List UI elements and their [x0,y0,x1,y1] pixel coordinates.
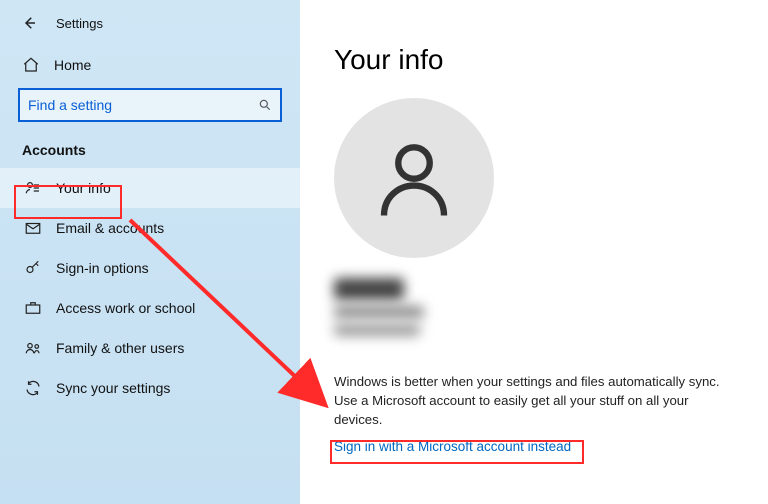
window-title: Settings [56,16,103,31]
sidebar-item-label: Family & other users [56,340,184,356]
people-icon [24,339,42,357]
sidebar-item-your-info[interactable]: Your info [0,168,300,208]
home-icon [22,56,40,74]
account-role-blurred [334,324,420,336]
main-panel: Your info Windows is better when your se… [300,0,768,504]
info-description: Windows is better when your settings and… [334,372,738,429]
sidebar-item-label: Sign-in options [56,260,149,276]
sidebar-item-label: Your info [56,180,111,196]
sidebar-section-title: Accounts [0,134,300,168]
sidebar-item-sync-settings[interactable]: Sync your settings [0,368,300,408]
sidebar-item-access-work-school[interactable]: Access work or school [0,288,300,328]
key-icon [24,259,42,277]
search-input[interactable] [28,97,258,113]
signin-microsoft-link[interactable]: Sign in with a Microsoft account instead [334,439,571,454]
sidebar-item-family-users[interactable]: Family & other users [0,328,300,368]
sidebar-item-signin-options[interactable]: Sign-in options [0,248,300,288]
sidebar-item-label: Email & accounts [56,220,164,236]
search-box[interactable] [18,88,282,122]
window-header: Settings [0,10,300,46]
person-icon [369,133,459,223]
mail-icon [24,219,42,237]
arrow-left-icon [20,14,38,32]
account-type-blurred [334,306,424,318]
sync-icon [24,379,42,397]
back-button[interactable] [20,14,38,32]
sidebar-item-label: Access work or school [56,300,195,316]
sidebar-home[interactable]: Home [0,46,300,84]
person-card-icon [24,179,42,197]
account-name-blurred [334,278,404,300]
sidebar-home-label: Home [54,57,91,73]
briefcase-icon [24,299,42,317]
settings-sidebar: Settings Home Accounts [0,0,300,504]
profile-avatar[interactable] [334,98,494,258]
search-container [0,84,300,134]
sidebar-item-label: Sync your settings [56,380,170,396]
search-icon [258,98,272,112]
sidebar-item-email-accounts[interactable]: Email & accounts [0,208,300,248]
page-title: Your info [334,44,738,76]
